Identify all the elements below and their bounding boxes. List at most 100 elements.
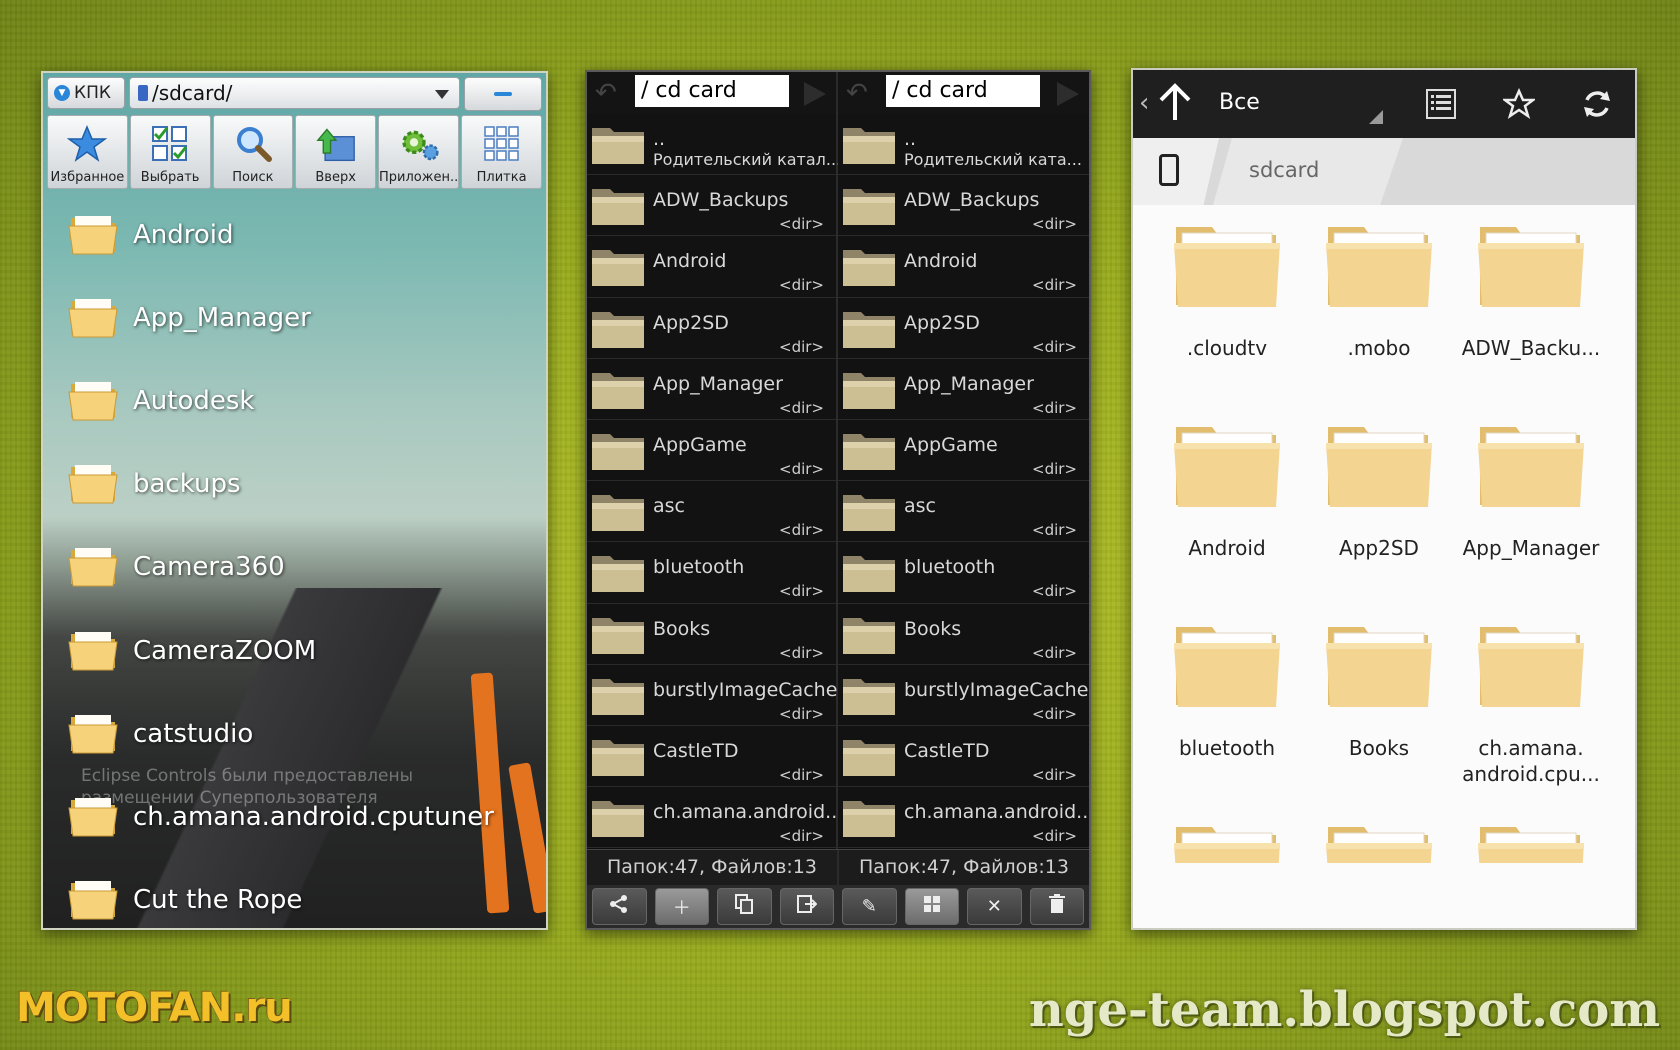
grid-item[interactable]	[1145, 823, 1309, 863]
table-row[interactable]: Android <dir>	[838, 236, 1089, 298]
breadcrumb-home[interactable]	[1133, 138, 1219, 205]
table-row[interactable]: AppGame <dir>	[587, 419, 836, 482]
list-view-icon[interactable]	[1421, 84, 1461, 124]
table-row[interactable]: bluetooth <dir>	[838, 542, 1089, 604]
parent-directory-row[interactable]: .. Родительский ката...	[838, 114, 1089, 176]
rename-button[interactable]: ✎	[842, 888, 897, 925]
share-button[interactable]	[592, 888, 647, 925]
folder-icon	[67, 792, 119, 842]
table-row[interactable]: Android <dir>	[587, 236, 836, 298]
add-button[interactable]: ＋	[654, 888, 709, 925]
forward-icon[interactable]	[1057, 82, 1079, 106]
copy-button[interactable]	[717, 888, 772, 925]
table-row[interactable]: App2SD <dir>	[838, 297, 1089, 359]
table-row[interactable]: App2SD <dir>	[587, 297, 836, 359]
list-item[interactable]: App_Manager	[43, 276, 546, 359]
breadcrumb-segment[interactable]: sdcard	[1213, 138, 1403, 205]
delete-button[interactable]	[1029, 888, 1084, 925]
chevron-left-icon[interactable]: ‹	[1139, 88, 1149, 118]
list-item[interactable]: CameraZOOM	[43, 609, 546, 692]
grid-item[interactable]	[1449, 823, 1613, 863]
sdcard-icon	[138, 85, 148, 101]
grid-item[interactable]: Books	[1297, 623, 1461, 761]
table-row[interactable]: bluetooth <dir>	[587, 542, 836, 604]
grid-item[interactable]: ch.amana. android.cpu...	[1449, 623, 1613, 787]
back-icon[interactable]: ↶	[846, 80, 872, 106]
list-item[interactable]: ch.amana.android.cputuner	[43, 775, 546, 858]
folder-icon	[1449, 623, 1613, 713]
list-item[interactable]: Camera360	[43, 526, 546, 609]
table-row[interactable]: CastleTD <dir>	[838, 725, 1089, 788]
folder-name: asc	[904, 495, 936, 518]
table-row[interactable]: AppGame <dir>	[838, 419, 1089, 482]
up-button[interactable]: Вверх	[295, 115, 376, 189]
list-item[interactable]: Cut the Rope	[43, 859, 546, 929]
table-row[interactable]: Books <dir>	[838, 603, 1089, 665]
table-row[interactable]: App_Manager <dir>	[587, 358, 836, 420]
dir-tag: <dir>	[779, 582, 824, 601]
select-button[interactable]: Выбрать	[129, 115, 211, 189]
grid-item[interactable]: App_Manager	[1449, 423, 1613, 561]
plus-icon: ＋	[672, 897, 691, 919]
move-button[interactable]	[779, 888, 834, 925]
list-item[interactable]: catstudio	[43, 692, 546, 775]
search-button[interactable]: Поиск	[212, 115, 294, 189]
parent-directory-row[interactable]: .. Родительский катал...	[587, 114, 841, 176]
folder-icon	[841, 369, 897, 415]
grid-item[interactable]: bluetooth	[1145, 623, 1309, 761]
table-row[interactable]: ADW_Backups <dir>	[838, 175, 1089, 237]
folder-icon	[67, 875, 119, 925]
folder-icon	[590, 736, 646, 782]
tiles-icon	[482, 124, 522, 164]
right-path-input[interactable]: / cd card	[886, 75, 1040, 107]
star-outline-icon[interactable]	[1499, 84, 1539, 124]
folder-icon	[590, 308, 646, 354]
back-icon[interactable]: ↶	[595, 80, 621, 106]
location-label: КПК	[74, 83, 111, 103]
gears-icon	[399, 124, 439, 164]
forward-icon[interactable]	[804, 82, 826, 106]
grid-item[interactable]	[1297, 823, 1461, 863]
list-item[interactable]: Autodesk	[43, 359, 546, 442]
tiles-button[interactable]: Плитка	[461, 115, 542, 189]
folder-name: ADW_Backups	[904, 189, 1040, 212]
folder-icon	[841, 185, 897, 231]
list-item[interactable]: Android	[43, 193, 546, 276]
table-row[interactable]: ch.amana.android.... <dir>	[587, 787, 849, 849]
table-row[interactable]: asc <dir>	[587, 481, 836, 543]
table-row[interactable]: burstlyImageCache <dir>	[838, 664, 1089, 726]
arrow-up-icon[interactable]	[1155, 80, 1195, 128]
folder-icon	[1297, 623, 1461, 713]
left-path-input[interactable]: / cd card	[635, 75, 789, 107]
favorites-button[interactable]: Избранное	[47, 115, 128, 189]
toolbar: Избранное Выбрать Поиск Вверх Приложен..	[47, 115, 542, 189]
table-row[interactable]: burstlyImageCache <dir>	[587, 664, 837, 726]
trash-icon	[1048, 894, 1065, 919]
refresh-icon[interactable]	[1577, 84, 1617, 124]
folder-name: Books	[904, 617, 962, 640]
grid-item[interactable]: .mobo	[1297, 223, 1461, 361]
path-dropdown[interactable]: /sdcard/	[129, 77, 460, 109]
table-row[interactable]: CastleTD <dir>	[587, 725, 836, 788]
dir-tag: <dir>	[779, 215, 824, 234]
panel-file-manager-light: ▼ КПК /sdcard/ Избранное Выбрать Поиск В…	[41, 71, 548, 930]
minimize-button[interactable]	[464, 77, 542, 111]
folder-name: asc	[653, 495, 685, 518]
filter-dropdown[interactable]: Все	[1219, 90, 1260, 115]
table-row[interactable]: ADW_Backups <dir>	[587, 175, 836, 237]
apps-button[interactable]: Приложен..	[378, 115, 460, 189]
grid-item[interactable]: App2SD	[1297, 423, 1461, 561]
list-item[interactable]: backups	[43, 443, 546, 526]
folder-name: Books	[653, 617, 711, 640]
grid-item[interactable]: Android	[1145, 423, 1309, 561]
grid-item[interactable]: .cloudtv	[1145, 223, 1309, 361]
table-row[interactable]: Books <dir>	[587, 603, 836, 665]
table-row[interactable]: ch.amana.android.... <dir>	[838, 787, 1089, 849]
move-icon	[796, 894, 818, 919]
grid-item[interactable]: ADW_Backu...	[1449, 223, 1613, 361]
table-row[interactable]: asc <dir>	[838, 481, 1089, 543]
location-button[interactable]: ▼ КПК	[47, 77, 125, 109]
table-row[interactable]: App_Manager <dir>	[838, 358, 1089, 420]
cancel-button[interactable]: ✕	[967, 888, 1022, 925]
view-grid-button[interactable]	[904, 888, 959, 925]
